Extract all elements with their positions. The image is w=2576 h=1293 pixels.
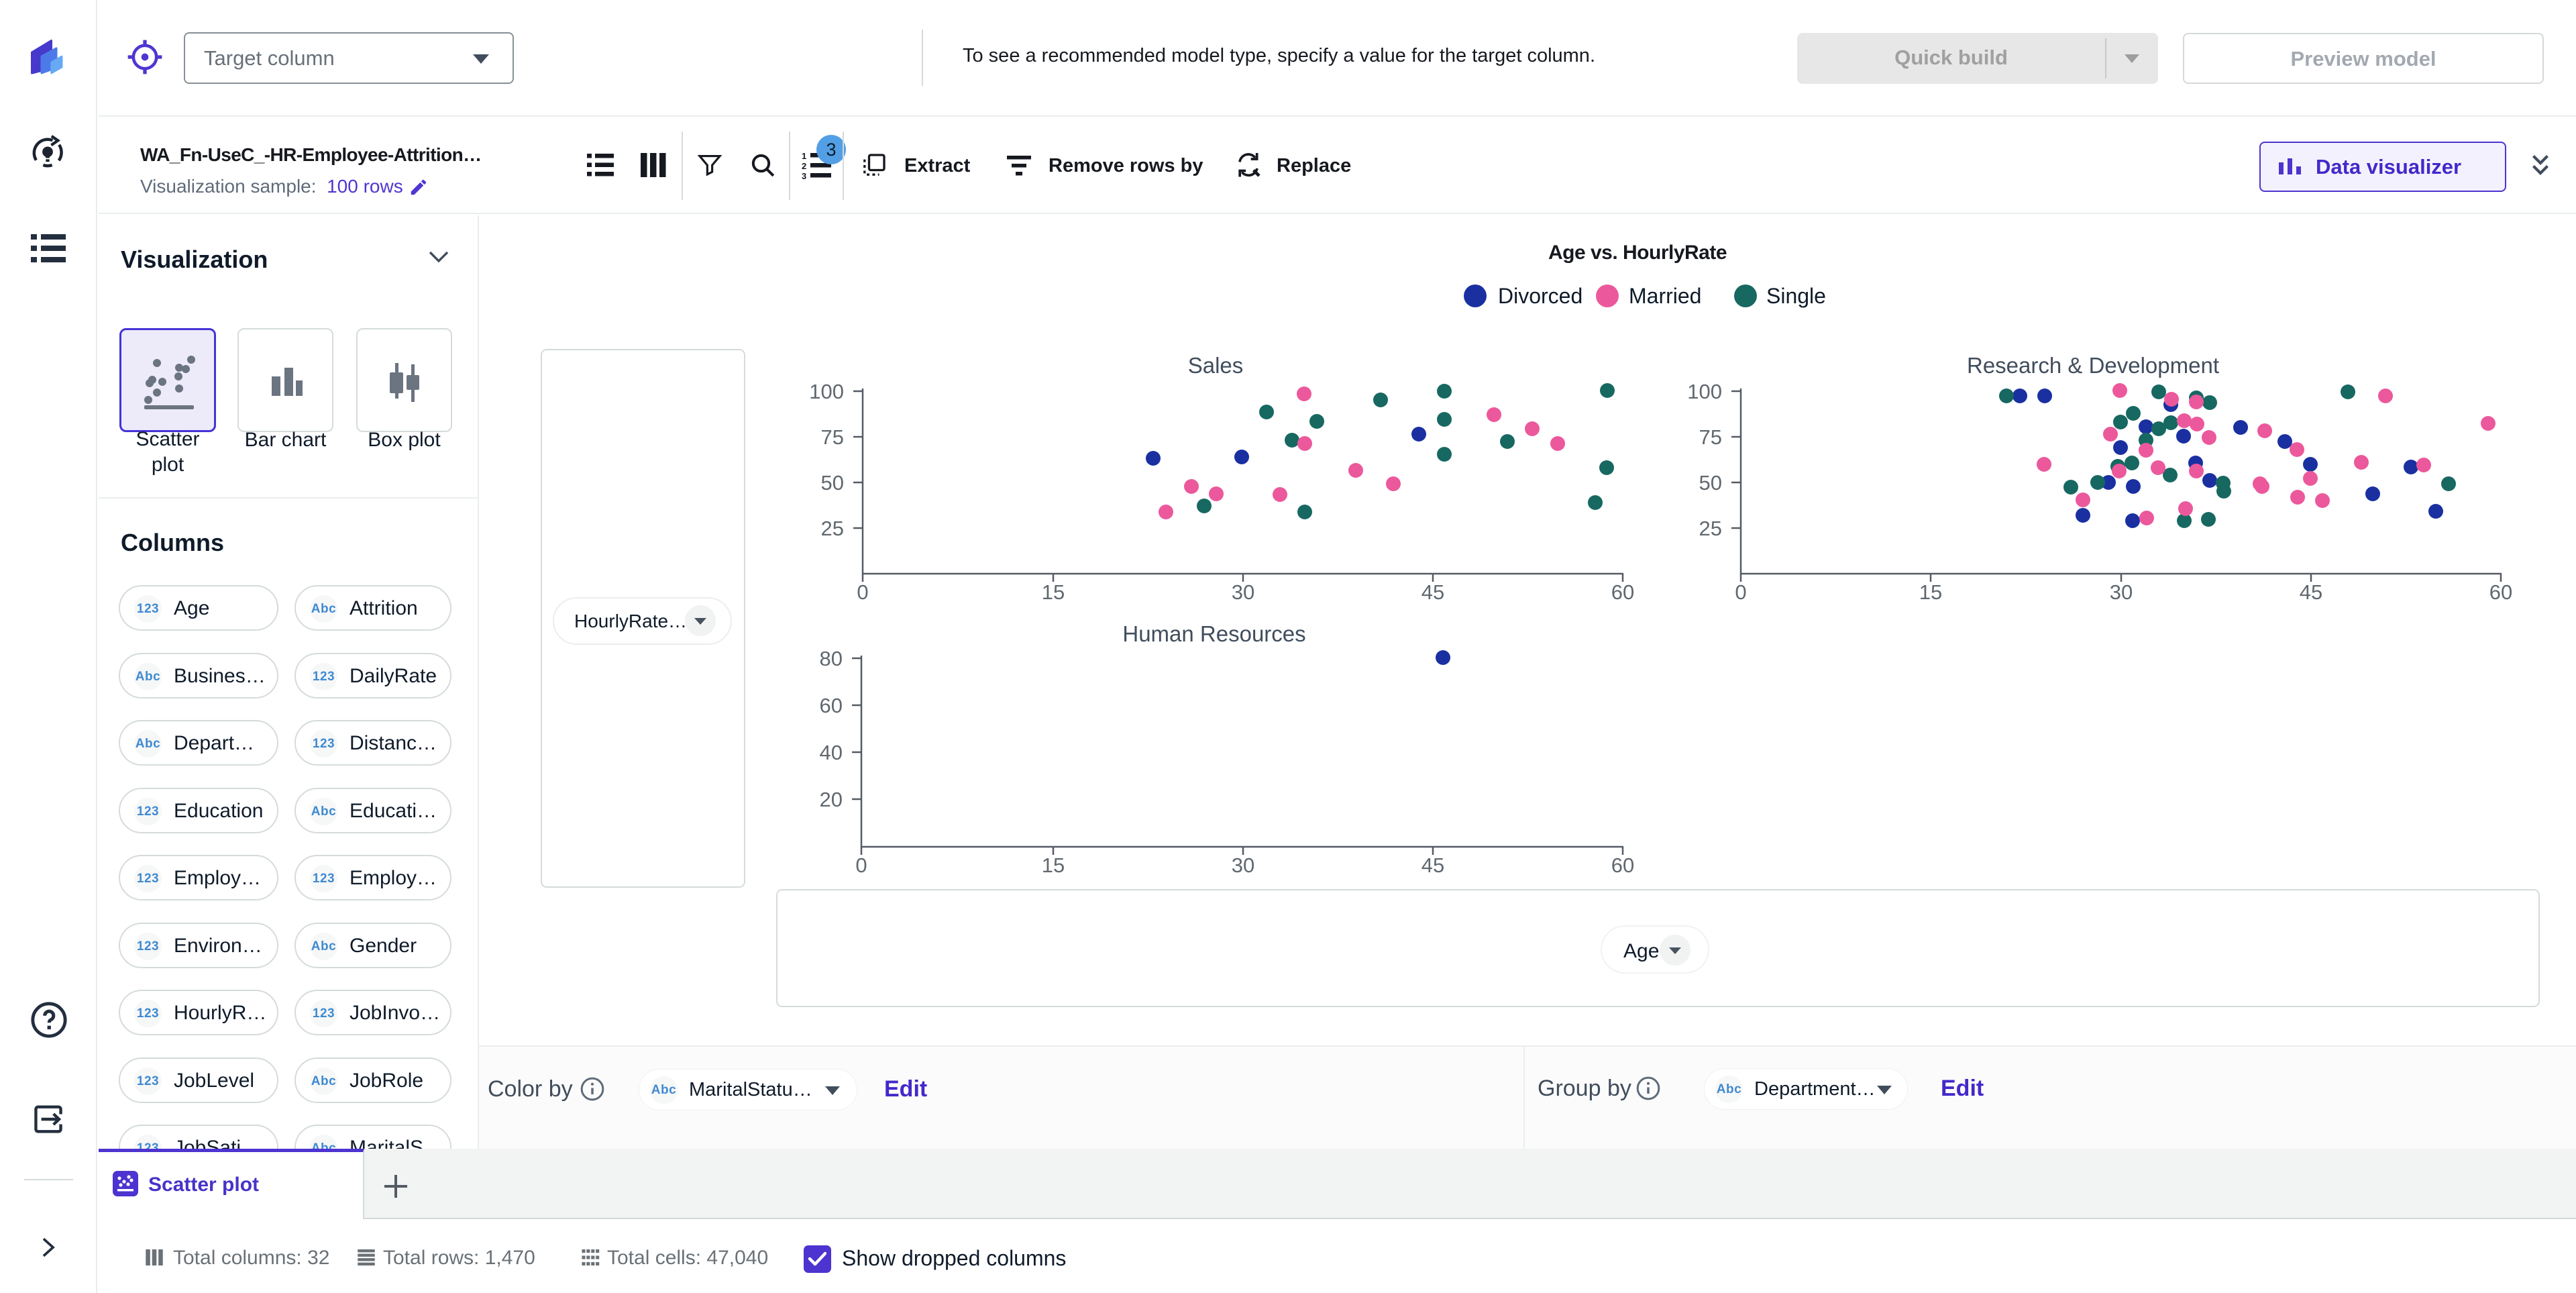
svg-text:30: 30 [1232,580,1254,604]
svg-text:50: 50 [821,471,844,495]
svg-text:60: 60 [1611,580,1634,604]
svg-text:HourlyRate…: HourlyRate… [574,611,687,631]
svg-text:100: 100 [1687,380,1722,403]
svg-text:45: 45 [1421,854,1444,877]
svg-text:45: 45 [2300,580,2322,604]
svg-text:Married: Married [1629,284,1701,308]
svg-text:Age: Age [1623,940,1659,962]
svg-text:15: 15 [1042,580,1065,604]
svg-text:60: 60 [820,694,843,717]
svg-text:Research & Development: Research & Development [1967,353,2219,378]
svg-text:50: 50 [1699,471,1722,495]
svg-text:75: 75 [821,425,844,449]
svg-text:25: 25 [821,517,844,540]
svg-text:60: 60 [2489,580,2512,604]
svg-text:25: 25 [1699,517,1722,540]
svg-text:Single: Single [1766,284,1826,308]
svg-text:20: 20 [820,788,843,811]
svg-text:Age vs. HourlyRate: Age vs. HourlyRate [1548,242,1727,264]
svg-text:30: 30 [2110,580,2133,604]
svg-text:Human Resources: Human Resources [1122,621,1305,646]
svg-text:Sales: Sales [1188,353,1244,378]
svg-text:Divorced: Divorced [1498,284,1582,308]
svg-text:75: 75 [1699,425,1722,449]
svg-text:3: 3 [802,171,806,180]
svg-text:2: 2 [802,161,806,171]
svg-text:0: 0 [857,580,868,604]
svg-text:45: 45 [1421,580,1444,604]
svg-text:15: 15 [1042,854,1065,877]
svg-text:80: 80 [820,647,843,670]
svg-text:100: 100 [809,380,844,403]
svg-text:1: 1 [802,152,806,161]
svg-text:0: 0 [855,854,867,877]
svg-text:15: 15 [1919,580,1942,604]
svg-text:30: 30 [1232,854,1254,877]
svg-text:0: 0 [1735,580,1746,604]
svg-text:60: 60 [1611,854,1634,877]
svg-text:40: 40 [820,741,843,764]
